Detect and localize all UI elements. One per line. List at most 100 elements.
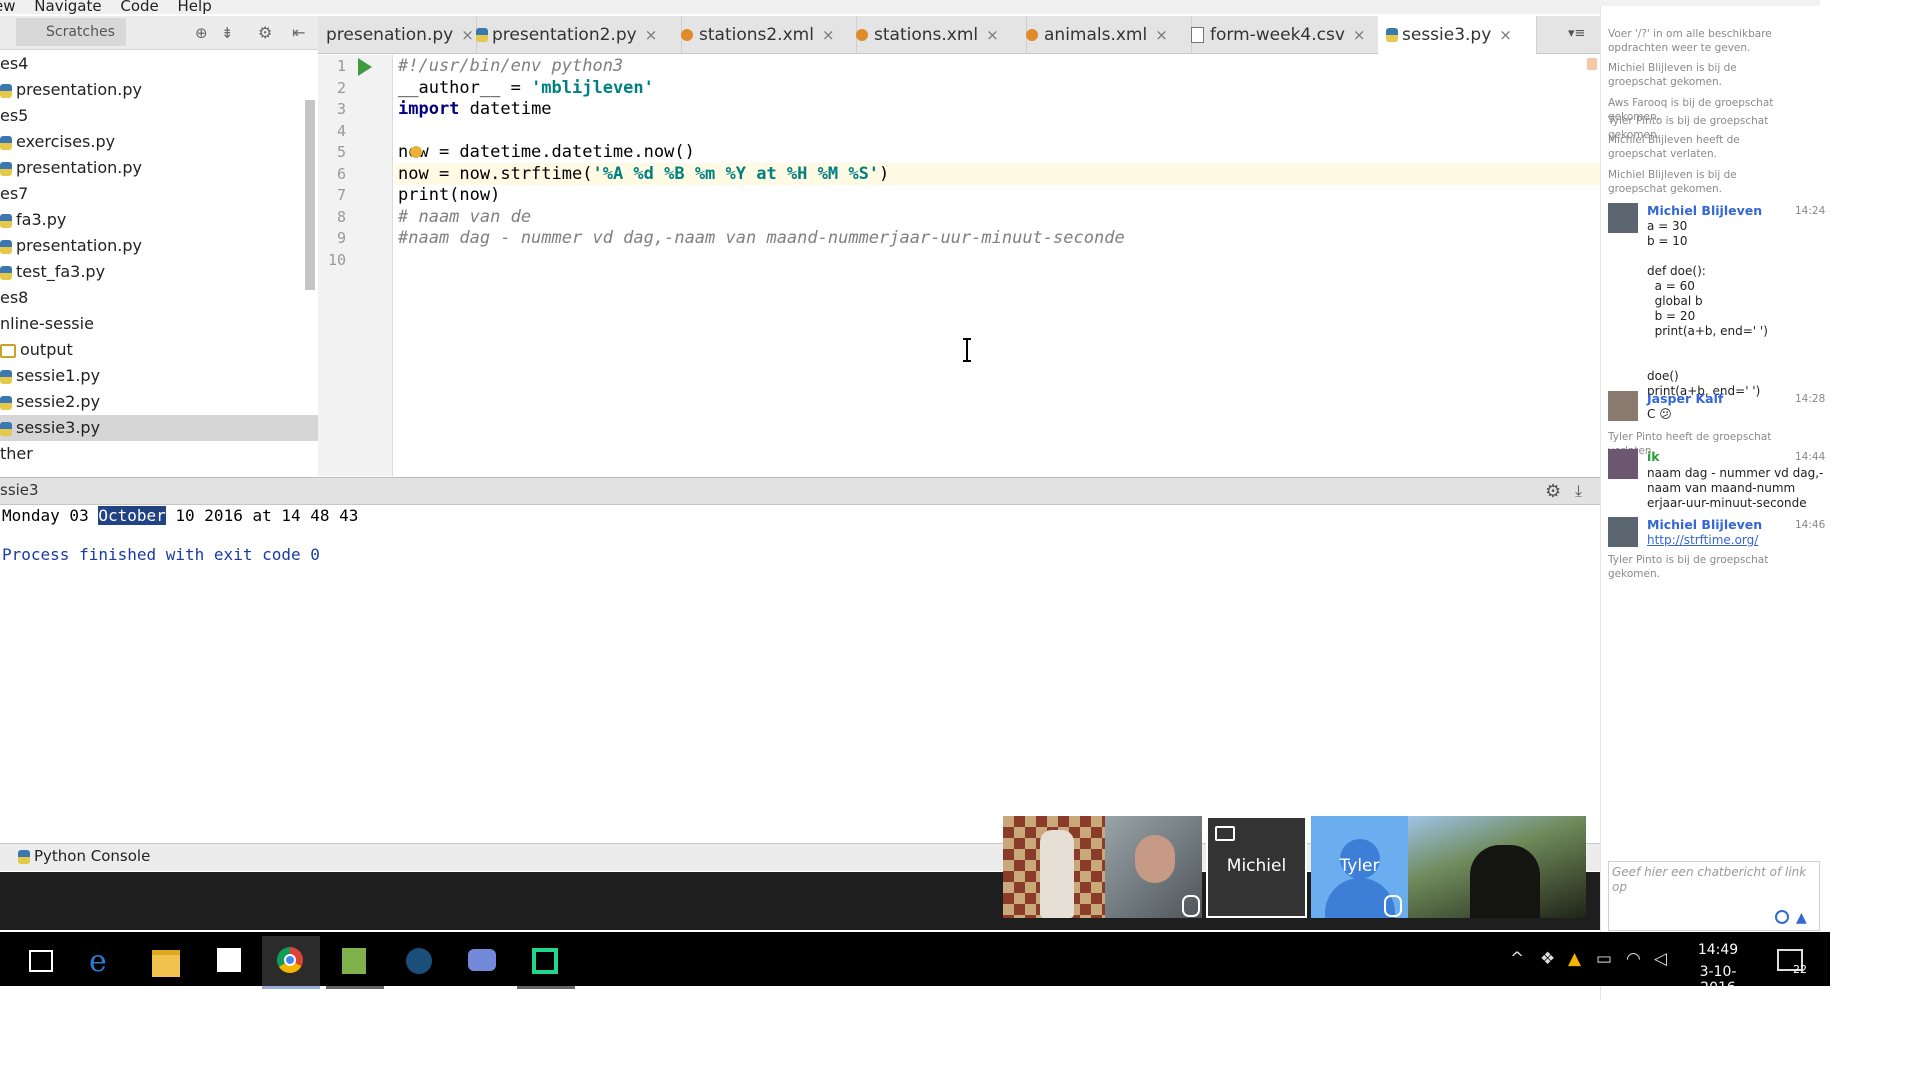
tree-folder[interactable]: es7 [0,181,28,207]
pycharm-icon[interactable] [517,936,575,989]
message-author[interactable]: ik [1647,449,1660,464]
google-drive-icon[interactable]: ▲ [1568,949,1581,969]
settings-gear-icon[interactable]: ⚙ [258,23,272,42]
avatar[interactable] [1608,449,1638,479]
tree-folder[interactable]: es8 [0,285,28,311]
clock-time[interactable]: 14:49 [1683,942,1753,958]
tree-label: es5 [0,106,29,125]
tab-stations2[interactable]: stations2.xml × [673,16,857,54]
tree-label: es8 [0,288,29,307]
clock-date[interactable]: 3-10-2016 [1683,964,1753,996]
close-icon[interactable]: × [986,26,999,44]
collapse-icon[interactable]: ⇟ [221,24,234,42]
tree-folder[interactable]: es5 [0,103,28,129]
python-console-tab[interactable]: Python Console [18,847,150,865]
python-file-icon [0,83,12,98]
menu-navigate[interactable]: Navigate [34,0,101,14]
tree-folder[interactable]: ther [0,441,33,467]
chrome-icon[interactable] [262,936,320,989]
tab-list-icon[interactable]: ▾≡ [1568,26,1585,41]
tree-label: presentation.py [16,236,142,255]
run-panel-title[interactable]: ssie3 [0,481,39,499]
xml-file-icon [1026,29,1038,41]
scratches-label: Scratches [46,24,115,40]
run-arrow-icon[interactable] [358,58,372,76]
tab-sessie3[interactable]: sessie3.py × [1378,16,1537,54]
close-icon[interactable]: × [1155,26,1168,44]
menu-help[interactable]: Help [178,0,212,14]
tree-folder[interactable]: output [0,337,73,363]
python-file-icon [0,239,12,254]
scratches-tab[interactable]: Scratches [16,18,126,46]
close-icon[interactable]: × [1353,26,1366,44]
message-author[interactable]: Michiel Blijleven [1647,203,1762,218]
tab-label: stations2.xml [699,25,814,45]
menu-code[interactable]: Code [120,0,158,14]
tab-presenation[interactable]: presenation.py × [318,16,477,54]
avatar[interactable] [1608,517,1638,547]
message-link[interactable]: http://strftime.org/ [1647,533,1807,548]
emoji-icon[interactable] [1775,910,1789,924]
tree-folder[interactable]: es4 [0,51,28,77]
menu-bar: ew Navigate Code Help [0,0,1600,14]
notepad-icon[interactable] [326,936,384,989]
file-explorer-icon[interactable] [138,936,196,986]
python-file-icon [0,369,12,384]
edge-icon[interactable]: e [75,936,133,986]
tab-presentation2[interactable]: presentation2.py × [468,16,682,54]
tree-file[interactable]: presentation.py [0,155,142,181]
code-text: ) [879,164,890,184]
tree-file[interactable]: presentation.py [0,233,142,259]
tree-label: nline-sessie [0,314,94,333]
tree-file[interactable]: fa3.py [0,207,66,233]
system-message: Tyler Pinto is bij de groepschat gekomen… [1608,554,1769,580]
gear-icon[interactable]: ⚙ [1545,481,1561,502]
chevron-up-icon[interactable]: ^ [1510,949,1524,969]
tree-file[interactable]: exercises.py [0,129,115,155]
tab-animals[interactable]: animals.xml × [1018,16,1192,54]
wifi-icon[interactable]: ◠ [1626,949,1641,969]
message-author[interactable]: Jasper Kalf [1647,391,1723,406]
tree-file-selected[interactable]: sessie3.py [0,415,318,441]
tree-label: es7 [0,184,29,203]
tree-file[interactable]: sessie1.py [0,363,100,389]
tree-file[interactable]: presentation.py [0,77,142,103]
dropbox-icon[interactable]: ❖ [1540,949,1555,969]
participant-image [1040,830,1074,918]
output-text: 10 2016 at 14 48 43 [165,506,359,525]
avatar[interactable] [1608,203,1638,233]
chat-header [1600,0,1820,6]
tab-stations[interactable]: stations.xml × [848,16,1027,54]
project-scrollbar[interactable] [305,100,315,290]
line-number: 10 [327,251,346,269]
code-text: now = now.strftime( [398,164,593,184]
task-view-icon[interactable] [12,936,70,986]
chat-input-placeholder: Geef hier een chatbericht of link op [1612,865,1807,894]
mic-off-icon [1384,895,1402,917]
code-editor[interactable] [394,55,1600,476]
avatar[interactable] [1608,391,1638,421]
tree-file[interactable]: test_fa3.py [0,259,105,285]
close-icon[interactable]: × [1499,26,1512,44]
hide-panel-icon[interactable]: ⇤ [292,23,305,42]
steam-icon[interactable] [390,936,448,986]
battery-icon[interactable]: ▭ [1596,949,1612,969]
menu-view[interactable]: ew [0,0,16,14]
store-icon[interactable] [201,936,259,986]
tree-file[interactable]: sessie2.py [0,389,100,415]
message-author[interactable]: Michiel Blijleven [1647,517,1762,532]
error-stripe-marker[interactable] [1587,58,1597,70]
participant-name: Tyler [1339,856,1380,876]
tab-form-week4[interactable]: form-week4.csv × [1183,16,1387,54]
line-number: 6 [336,165,346,183]
close-icon[interactable]: × [822,26,835,44]
discord-icon[interactable] [453,936,511,986]
close-icon[interactable]: × [645,26,658,44]
lightbulb-icon[interactable] [410,146,422,158]
locate-icon[interactable]: ⊕ [195,24,208,42]
volume-icon[interactable]: ◁ [1654,949,1667,969]
drive-icon[interactable]: ▲ [1796,910,1807,926]
code-line-9: #naam dag - nummer vd dag,-naam van maan… [398,228,1125,248]
tree-folder[interactable]: nline-sessie [0,311,94,337]
hide-icon[interactable]: ⤓ [1575,481,1582,501]
